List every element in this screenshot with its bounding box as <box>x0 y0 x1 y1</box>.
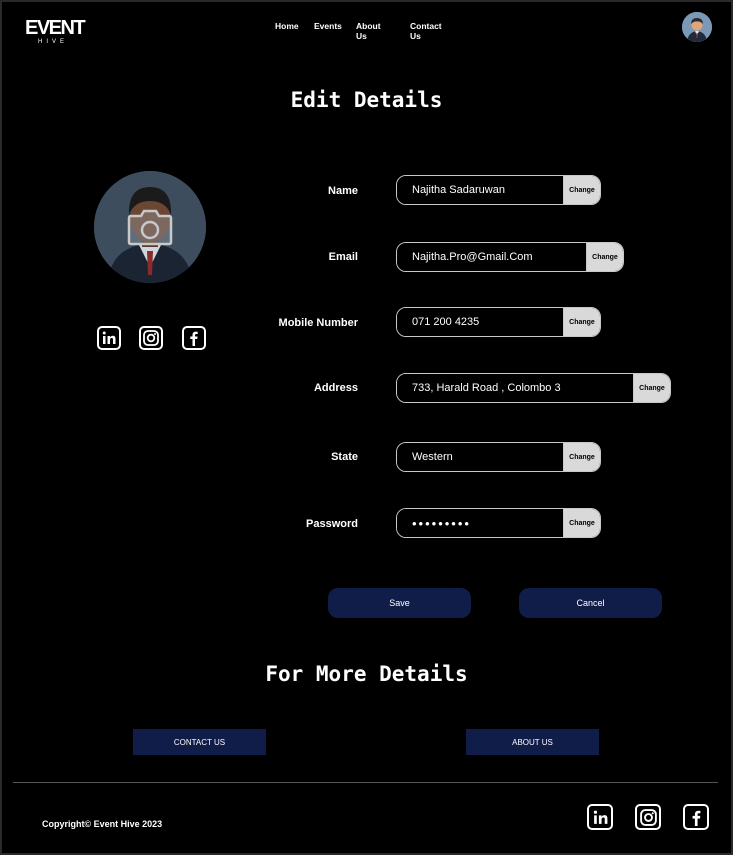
address-field: 733, Harald Road , Colombo 3 Change <box>396 373 671 403</box>
linkedin-icon[interactable] <box>97 326 121 350</box>
email-input[interactable]: Najitha.Pro@Gmail.Com <box>397 243 586 271</box>
password-change-button[interactable]: Change <box>563 509 600 537</box>
password-field: ••••••••• Change <box>396 508 601 538</box>
nav-events[interactable]: Events <box>314 21 342 31</box>
cancel-button[interactable]: Cancel <box>519 588 662 618</box>
address-input[interactable]: 733, Harald Road , Colombo 3 <box>397 374 633 402</box>
page-frame <box>0 0 733 855</box>
mobile-field: 071 200 4235 Change <box>396 307 601 337</box>
state-field: Western Change <box>396 442 601 472</box>
brand-name: EVENT <box>25 17 86 39</box>
password-input[interactable]: ••••••••• <box>397 509 563 537</box>
mobile-change-button[interactable]: Change <box>563 308 600 336</box>
name-input[interactable]: Najitha Sadaruwan <box>397 176 563 204</box>
state-label: State <box>331 451 358 463</box>
address-change-button[interactable]: Change <box>633 374 670 402</box>
linkedin-icon[interactable] <box>587 804 613 830</box>
mobile-input[interactable]: 071 200 4235 <box>397 308 563 336</box>
address-label: Address <box>313 382 358 394</box>
copyright-text: Copyright© Event Hive 2023 <box>42 819 163 829</box>
nav-home[interactable]: Home <box>275 21 299 31</box>
state-change-button[interactable]: Change <box>563 443 600 471</box>
camera-icon[interactable] <box>127 208 173 250</box>
contact-us-button[interactable]: CONTACT US <box>133 729 266 755</box>
avatar-icon <box>682 12 712 42</box>
footer-social-links <box>587 804 709 830</box>
instagram-icon[interactable] <box>635 804 661 830</box>
state-input[interactable]: Western <box>397 443 563 471</box>
password-label: Password <box>306 518 358 530</box>
facebook-icon[interactable] <box>683 804 709 830</box>
name-change-button[interactable]: Change <box>563 176 600 204</box>
profile-social-links <box>97 326 206 350</box>
save-button[interactable]: Save <box>328 588 471 618</box>
about-us-button[interactable]: ABOUT US <box>466 729 599 755</box>
page-title: Edit Details <box>290 88 443 112</box>
nav-about-us[interactable]: About Us <box>356 21 381 41</box>
facebook-icon[interactable] <box>182 326 206 350</box>
email-field: Najitha.Pro@Gmail.Com Change <box>396 242 624 272</box>
mobile-label: Mobile Number <box>278 317 358 329</box>
name-field: Najitha Sadaruwan Change <box>396 175 601 205</box>
more-details-title: For More Details <box>265 662 468 686</box>
brand-tagline: HIVE <box>37 39 68 45</box>
name-label: Name <box>328 185 358 197</box>
email-label: Email <box>328 251 358 263</box>
user-avatar[interactable] <box>682 12 712 42</box>
instagram-icon[interactable] <box>139 326 163 350</box>
nav-contact-us[interactable]: Contact Us <box>410 21 442 41</box>
brand-logo[interactable]: EVENT HIVE <box>25 17 86 46</box>
email-change-button[interactable]: Change <box>586 243 623 271</box>
footer-divider <box>13 782 718 783</box>
